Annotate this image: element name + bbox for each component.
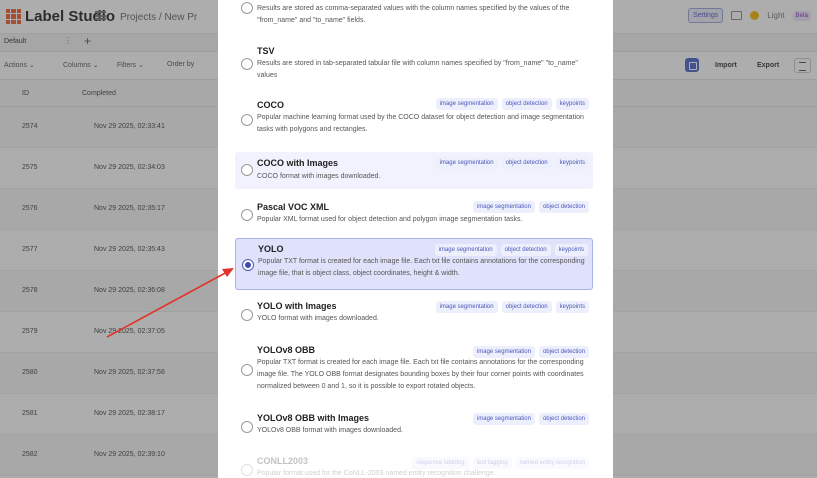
export-option-format-0[interactable]: Results are stored as comma-separated va…	[235, 0, 593, 38]
format-tags: image segmentation object detection keypoi…	[434, 244, 588, 256]
export-option-yolov8-obb[interactable]: YOLOv8 OBB Popular TXT format is created …	[235, 340, 593, 402]
format-tags: image segmentation object detection keypoi…	[435, 157, 589, 169]
export-option-conll2003[interactable]: CONLL2003 Popular format used for the CoN…	[235, 451, 593, 478]
format-tag: image segmentation	[472, 201, 535, 213]
radio-button[interactable]	[241, 114, 253, 126]
format-tag: keypoints	[554, 244, 588, 256]
radio-button[interactable]	[241, 421, 253, 433]
radio-button[interactable]	[241, 364, 253, 376]
format-title: YOLOv8 OBB with Images	[257, 413, 370, 423]
format-tags: image segmentation object detection	[472, 413, 589, 425]
format-tag: image segmentation	[435, 157, 498, 169]
format-description: Popular format used for the CoNLL-2003 n…	[257, 470, 496, 477]
format-tag: image segmentation	[434, 244, 497, 256]
format-tag: object detection	[538, 413, 589, 425]
format-tags: image segmentation object detection keypoi…	[435, 301, 589, 313]
format-title: YOLO	[258, 244, 284, 254]
radio-button[interactable]	[241, 464, 253, 476]
export-option-yolov8-obb-with-images[interactable]: YOLOv8 OBB with Images YOLOv8 OBB format …	[235, 408, 593, 444]
format-description: Popular machine learning format used by …	[257, 114, 584, 133]
radio-button[interactable]	[241, 209, 253, 221]
format-description: Popular TXT format is created for each i…	[258, 258, 585, 277]
format-tags: sequence labeling text tagging named entit…	[412, 457, 589, 469]
format-title: COCO	[257, 100, 284, 110]
format-tag: object detection	[500, 244, 551, 256]
format-tag: object detection	[538, 346, 589, 358]
radio-button[interactable]	[241, 58, 253, 70]
format-description: YOLOv8 OBB format with images downloaded…	[257, 427, 403, 434]
format-tag: object detection	[501, 98, 552, 110]
format-title: Pascal VOC XML	[257, 202, 330, 212]
radio-button[interactable]	[241, 164, 253, 176]
format-tag: object detection	[501, 157, 552, 169]
format-title: COCO with Images	[257, 158, 339, 168]
radio-button[interactable]	[241, 309, 253, 321]
radio-button[interactable]	[241, 2, 253, 14]
format-description: Results are stored as comma-separated va…	[257, 5, 570, 24]
format-title: YOLO with Images	[257, 301, 337, 311]
format-title: CONLL2003	[257, 456, 309, 466]
format-tags: image segmentation object detection	[472, 346, 589, 358]
format-tag: image segmentation	[435, 98, 498, 110]
format-tag: keypoints	[555, 157, 589, 169]
format-description: COCO format with images downloaded.	[257, 173, 381, 180]
format-description: Popular XML format used for object detec…	[257, 216, 523, 223]
export-option-yolo[interactable]: YOLO Popular TXT format is created for ea…	[235, 238, 593, 290]
export-option-coco[interactable]: COCO Popular machine learning format used…	[235, 95, 593, 143]
format-tags: image segmentation object detection	[472, 201, 589, 213]
format-tag: keypoints	[555, 301, 589, 313]
format-tag: object detection	[538, 201, 589, 213]
format-tags: image segmentation object detection keypoi…	[435, 98, 589, 110]
format-tag: image segmentation	[435, 301, 498, 313]
format-tag: object detection	[501, 301, 552, 313]
export-dialog: Results are stored as comma-separated va…	[218, 0, 613, 478]
format-title: YOLOv8 OBB	[257, 345, 316, 355]
format-title: TSV	[257, 46, 275, 56]
export-option-yolo-with-images[interactable]: YOLO with Images YOLO format with images …	[235, 296, 593, 332]
format-tag: named entity recognition	[515, 457, 589, 469]
format-tag: keypoints	[555, 98, 589, 110]
export-option-pascal-voc-xml[interactable]: Pascal VOC XML Popular XML format used fo…	[235, 196, 593, 232]
export-option-tsv[interactable]: TSV Results are stored in tab-separated t…	[235, 41, 593, 85]
export-option-coco-with-images[interactable]: COCO with Images COCO format with images …	[235, 152, 593, 189]
format-description: Popular TXT format is created for each i…	[257, 359, 584, 390]
format-tag: image segmentation	[472, 413, 535, 425]
format-tag: sequence labeling	[412, 457, 469, 469]
format-description: Results are stored in tab-separated tabu…	[257, 60, 578, 79]
format-description: YOLO format with images downloaded.	[257, 315, 379, 322]
format-tag: text tagging	[472, 457, 512, 469]
radio-button[interactable]	[242, 259, 254, 271]
format-tag: image segmentation	[472, 346, 535, 358]
